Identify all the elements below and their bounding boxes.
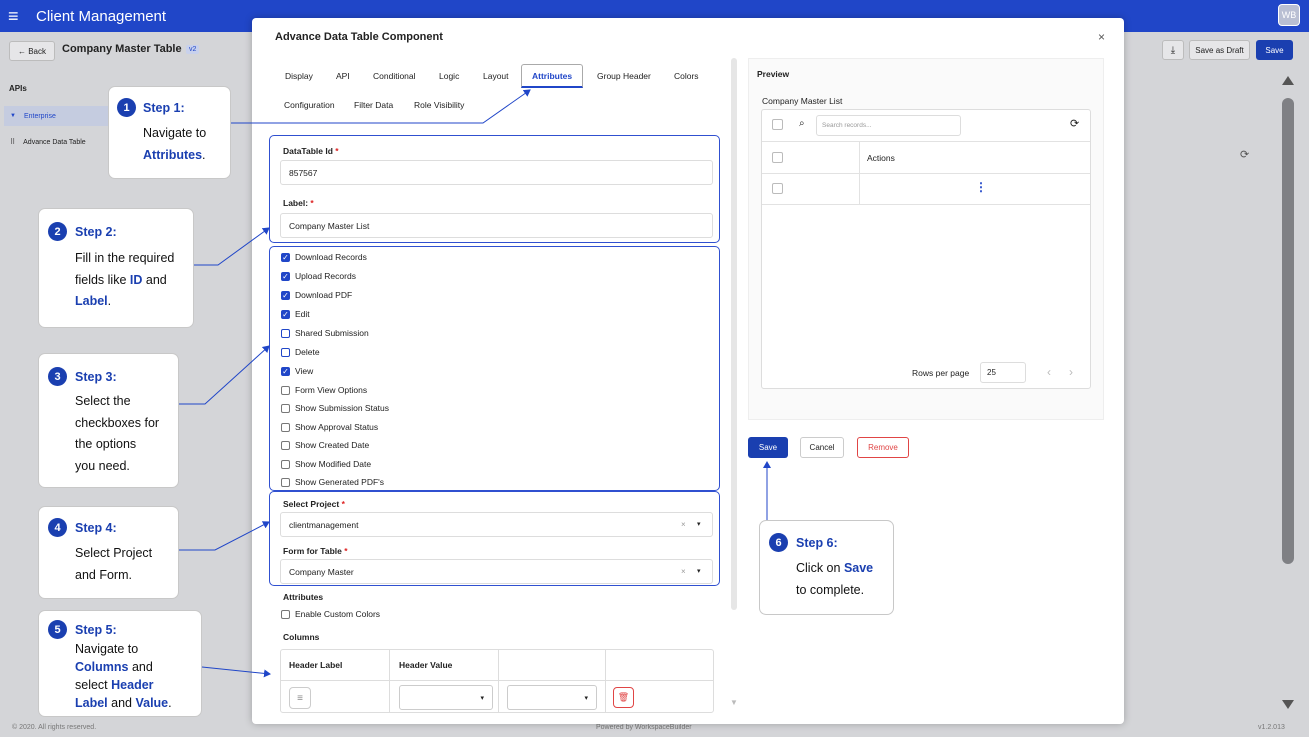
- step-3-arrow: [179, 345, 270, 405]
- step-1-arrow: [231, 89, 531, 124]
- step-arrows: [179, 89, 771, 678]
- step-5-arrow: [201, 666, 271, 678]
- step-2-arrow: [194, 227, 270, 266]
- step-4-arrow: [179, 521, 270, 551]
